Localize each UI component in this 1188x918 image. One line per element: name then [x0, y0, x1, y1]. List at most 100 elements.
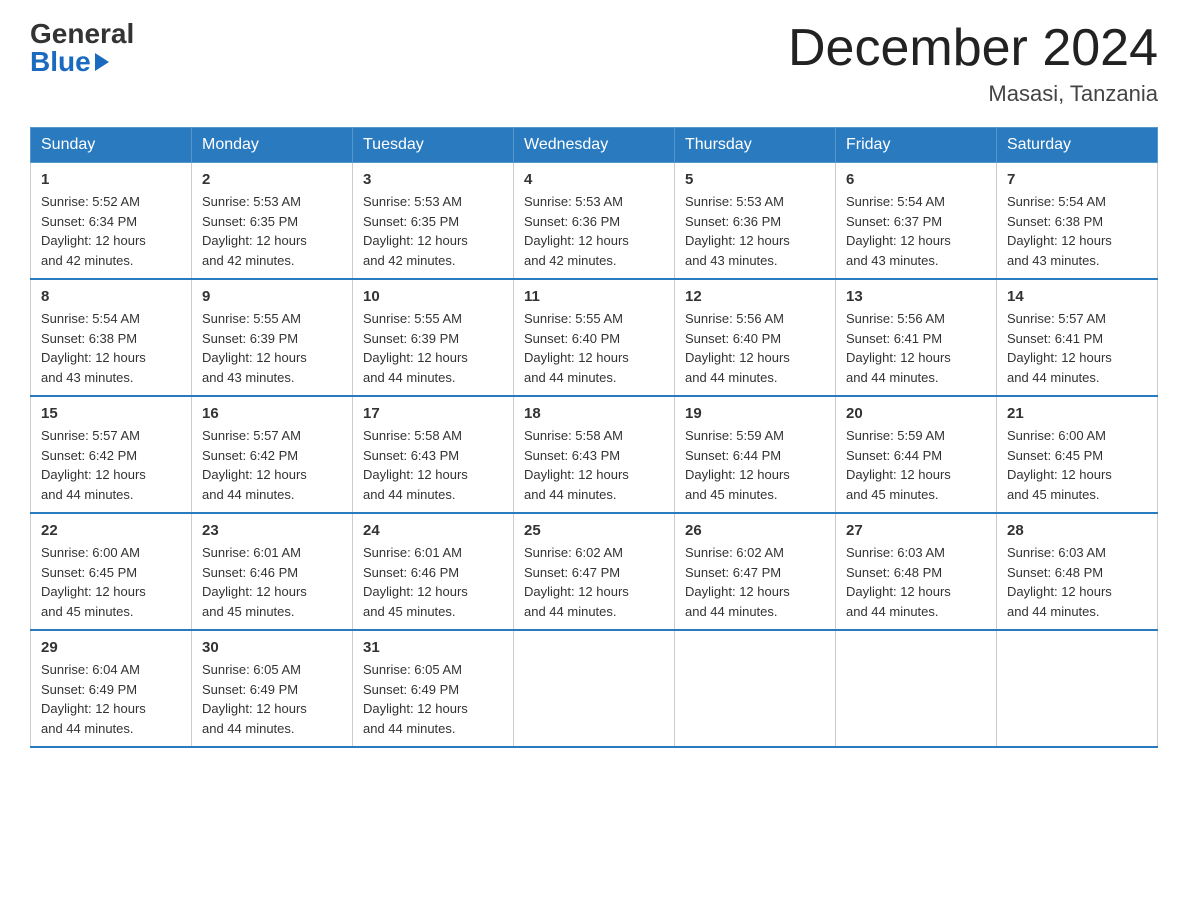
sunset-label: Sunset: 6:45 PM: [1007, 448, 1103, 463]
sunset-label: Sunset: 6:43 PM: [524, 448, 620, 463]
sunrise-label: Sunrise: 6:04 AM: [41, 662, 140, 677]
daylight-minutes: and 44 minutes.: [363, 370, 456, 385]
sunrise-label: Sunrise: 5:54 AM: [846, 194, 945, 209]
day-number: 23: [202, 522, 342, 539]
daylight-minutes: and 45 minutes.: [685, 487, 778, 502]
daylight-label: Daylight: 12 hours: [524, 233, 629, 248]
sunrise-label: Sunrise: 5:55 AM: [363, 311, 462, 326]
day-info: Sunrise: 6:05 AM Sunset: 6:49 PM Dayligh…: [363, 660, 503, 738]
day-number: 6: [846, 171, 986, 188]
day-header-monday: Monday: [192, 128, 353, 163]
day-info: Sunrise: 5:55 AM Sunset: 6:39 PM Dayligh…: [363, 309, 503, 387]
page-header: General Blue December 2024 Masasi, Tanza…: [30, 20, 1158, 107]
daylight-minutes: and 42 minutes.: [41, 253, 134, 268]
calendar-cell: 27 Sunrise: 6:03 AM Sunset: 6:48 PM Dayl…: [836, 513, 997, 630]
calendar-cell: 26 Sunrise: 6:02 AM Sunset: 6:47 PM Dayl…: [675, 513, 836, 630]
daylight-minutes: and 45 minutes.: [846, 487, 939, 502]
day-info: Sunrise: 5:55 AM Sunset: 6:39 PM Dayligh…: [202, 309, 342, 387]
calendar-cell: [997, 630, 1158, 747]
sunset-label: Sunset: 6:40 PM: [685, 331, 781, 346]
sunset-label: Sunset: 6:49 PM: [363, 682, 459, 697]
calendar-cell: 15 Sunrise: 5:57 AM Sunset: 6:42 PM Dayl…: [31, 396, 192, 513]
day-number: 26: [685, 522, 825, 539]
sunset-label: Sunset: 6:34 PM: [41, 214, 137, 229]
sunrise-label: Sunrise: 5:55 AM: [202, 311, 301, 326]
day-number: 28: [1007, 522, 1147, 539]
daylight-minutes: and 44 minutes.: [41, 487, 134, 502]
day-number: 25: [524, 522, 664, 539]
daylight-minutes: and 44 minutes.: [202, 487, 295, 502]
calendar-cell: 10 Sunrise: 5:55 AM Sunset: 6:39 PM Dayl…: [353, 279, 514, 396]
day-header-sunday: Sunday: [31, 128, 192, 163]
calendar-cell: 17 Sunrise: 5:58 AM Sunset: 6:43 PM Dayl…: [353, 396, 514, 513]
calendar-cell: 28 Sunrise: 6:03 AM Sunset: 6:48 PM Dayl…: [997, 513, 1158, 630]
sunset-label: Sunset: 6:39 PM: [363, 331, 459, 346]
title-section: December 2024 Masasi, Tanzania: [788, 20, 1158, 107]
daylight-minutes: and 43 minutes.: [846, 253, 939, 268]
daylight-label: Daylight: 12 hours: [685, 467, 790, 482]
daylight-minutes: and 43 minutes.: [685, 253, 778, 268]
sunrise-label: Sunrise: 6:02 AM: [524, 545, 623, 560]
daylight-minutes: and 44 minutes.: [846, 370, 939, 385]
day-info: Sunrise: 5:53 AM Sunset: 6:35 PM Dayligh…: [363, 192, 503, 270]
sunrise-label: Sunrise: 6:00 AM: [1007, 428, 1106, 443]
sunset-label: Sunset: 6:36 PM: [685, 214, 781, 229]
day-info: Sunrise: 5:52 AM Sunset: 6:34 PM Dayligh…: [41, 192, 181, 270]
daylight-minutes: and 44 minutes.: [685, 604, 778, 619]
daylight-minutes: and 44 minutes.: [363, 487, 456, 502]
calendar-cell: 18 Sunrise: 5:58 AM Sunset: 6:43 PM Dayl…: [514, 396, 675, 513]
day-info: Sunrise: 5:53 AM Sunset: 6:36 PM Dayligh…: [685, 192, 825, 270]
day-number: 1: [41, 171, 181, 188]
daylight-label: Daylight: 12 hours: [685, 350, 790, 365]
daylight-label: Daylight: 12 hours: [685, 233, 790, 248]
sunrise-label: Sunrise: 5:55 AM: [524, 311, 623, 326]
calendar-week-row: 15 Sunrise: 5:57 AM Sunset: 6:42 PM Dayl…: [31, 396, 1158, 513]
day-number: 13: [846, 288, 986, 305]
sunset-label: Sunset: 6:49 PM: [202, 682, 298, 697]
sunrise-label: Sunrise: 5:54 AM: [41, 311, 140, 326]
calendar-cell: 16 Sunrise: 5:57 AM Sunset: 6:42 PM Dayl…: [192, 396, 353, 513]
calendar-cell: 21 Sunrise: 6:00 AM Sunset: 6:45 PM Dayl…: [997, 396, 1158, 513]
day-info: Sunrise: 5:59 AM Sunset: 6:44 PM Dayligh…: [846, 426, 986, 504]
daylight-label: Daylight: 12 hours: [846, 467, 951, 482]
sunset-label: Sunset: 6:49 PM: [41, 682, 137, 697]
daylight-label: Daylight: 12 hours: [1007, 584, 1112, 599]
sunrise-label: Sunrise: 5:54 AM: [1007, 194, 1106, 209]
day-info: Sunrise: 6:01 AM Sunset: 6:46 PM Dayligh…: [202, 543, 342, 621]
sunset-label: Sunset: 6:47 PM: [685, 565, 781, 580]
calendar-cell: 24 Sunrise: 6:01 AM Sunset: 6:46 PM Dayl…: [353, 513, 514, 630]
day-number: 16: [202, 405, 342, 422]
daylight-label: Daylight: 12 hours: [202, 701, 307, 716]
sunset-label: Sunset: 6:43 PM: [363, 448, 459, 463]
sunset-label: Sunset: 6:48 PM: [1007, 565, 1103, 580]
sunrise-label: Sunrise: 6:01 AM: [363, 545, 462, 560]
sunset-label: Sunset: 6:38 PM: [1007, 214, 1103, 229]
calendar-cell: [514, 630, 675, 747]
calendar-cell: 31 Sunrise: 6:05 AM Sunset: 6:49 PM Dayl…: [353, 630, 514, 747]
daylight-minutes: and 44 minutes.: [685, 370, 778, 385]
day-info: Sunrise: 5:58 AM Sunset: 6:43 PM Dayligh…: [524, 426, 664, 504]
calendar-cell: [675, 630, 836, 747]
day-number: 5: [685, 171, 825, 188]
sunrise-label: Sunrise: 5:59 AM: [685, 428, 784, 443]
sunset-label: Sunset: 6:39 PM: [202, 331, 298, 346]
sunset-label: Sunset: 6:42 PM: [41, 448, 137, 463]
day-number: 3: [363, 171, 503, 188]
day-number: 2: [202, 171, 342, 188]
sunset-label: Sunset: 6:35 PM: [363, 214, 459, 229]
calendar-cell: 19 Sunrise: 5:59 AM Sunset: 6:44 PM Dayl…: [675, 396, 836, 513]
daylight-minutes: and 42 minutes.: [202, 253, 295, 268]
day-header-tuesday: Tuesday: [353, 128, 514, 163]
daylight-label: Daylight: 12 hours: [1007, 350, 1112, 365]
daylight-label: Daylight: 12 hours: [202, 233, 307, 248]
daylight-minutes: and 44 minutes.: [524, 370, 617, 385]
daylight-label: Daylight: 12 hours: [363, 584, 468, 599]
day-info: Sunrise: 6:01 AM Sunset: 6:46 PM Dayligh…: [363, 543, 503, 621]
sunrise-label: Sunrise: 6:01 AM: [202, 545, 301, 560]
calendar-table: SundayMondayTuesdayWednesdayThursdayFrid…: [30, 127, 1158, 748]
calendar-cell: 4 Sunrise: 5:53 AM Sunset: 6:36 PM Dayli…: [514, 163, 675, 280]
calendar-cell: 3 Sunrise: 5:53 AM Sunset: 6:35 PM Dayli…: [353, 163, 514, 280]
day-info: Sunrise: 5:59 AM Sunset: 6:44 PM Dayligh…: [685, 426, 825, 504]
sunset-label: Sunset: 6:37 PM: [846, 214, 942, 229]
daylight-label: Daylight: 12 hours: [41, 233, 146, 248]
